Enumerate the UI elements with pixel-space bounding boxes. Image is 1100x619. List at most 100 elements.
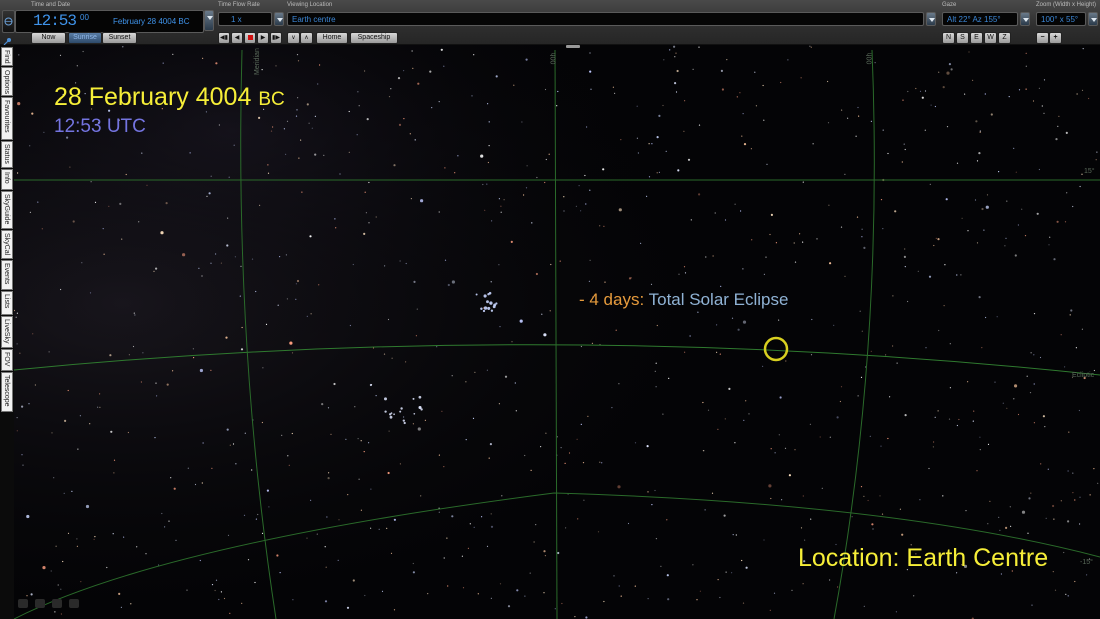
star <box>465 439 467 441</box>
toolbar-resize-handle[interactable] <box>566 45 580 48</box>
star <box>357 438 359 440</box>
now-button[interactable]: Now <box>31 32 66 44</box>
sunrise-button[interactable]: Sunrise <box>68 32 102 44</box>
star <box>314 153 317 156</box>
star <box>214 589 216 592</box>
star <box>17 102 21 106</box>
time-flow-field[interactable]: 1 x <box>218 12 272 26</box>
play-icon[interactable]: ▶ <box>257 32 269 44</box>
star <box>198 267 200 269</box>
zoom-tool-icon[interactable] <box>18 599 28 608</box>
star <box>132 345 135 348</box>
zoom-dropdown[interactable] <box>1088 12 1098 26</box>
star <box>67 532 70 534</box>
tab-find[interactable]: Find <box>1 47 13 66</box>
star <box>318 284 320 286</box>
spaceship-button[interactable]: Spaceship <box>350 32 398 44</box>
star <box>255 518 257 520</box>
time-date-dropdown[interactable] <box>204 10 214 31</box>
star <box>480 307 483 310</box>
star <box>1032 100 1035 102</box>
tab-events[interactable]: Events <box>1 260 13 290</box>
time-flow-dropdown[interactable] <box>274 12 284 26</box>
star <box>613 575 615 577</box>
time-date-field[interactable]: 12:53 00 February 28 4004 BC <box>15 10 204 33</box>
skip-forward-icon[interactable]: ▮▶ <box>270 32 282 44</box>
tab-favourites[interactable]: Favourites <box>1 97 13 140</box>
star <box>227 217 229 219</box>
star <box>1030 492 1032 494</box>
star <box>364 594 366 597</box>
star <box>227 534 230 536</box>
sky-canvas[interactable] <box>14 45 1100 619</box>
star <box>998 516 1000 518</box>
star <box>716 351 718 353</box>
star <box>134 314 136 316</box>
viewing-location-dropdown[interactable] <box>926 12 936 26</box>
star <box>451 375 453 377</box>
tab-telescope[interactable]: Telescope <box>1 372 13 412</box>
star <box>981 347 983 349</box>
settings-icon[interactable] <box>69 599 79 608</box>
zoom-field[interactable]: 100° x 55° <box>1036 12 1086 26</box>
star <box>1030 352 1032 354</box>
star <box>16 430 18 432</box>
star <box>335 227 337 229</box>
gaze-north-button[interactable]: N <box>942 32 955 44</box>
star <box>775 242 778 244</box>
star <box>172 53 174 55</box>
tab-status[interactable]: Status <box>1 141 13 168</box>
sunset-button[interactable]: Sunset <box>102 32 137 44</box>
tab-info[interactable]: Info <box>1 169 13 190</box>
tab-options[interactable]: Options <box>1 67 13 96</box>
chevron-up-icon[interactable]: ∧ <box>300 32 313 44</box>
gaze-dropdown[interactable] <box>1020 12 1030 26</box>
tab-favourites-label: Favourites <box>3 100 10 133</box>
star <box>286 120 289 122</box>
viewing-location-field[interactable]: Earth centre <box>287 12 924 26</box>
tab-fov[interactable]: FOV <box>1 349 13 371</box>
home-button[interactable]: Home <box>316 32 348 44</box>
gaze-field[interactable]: Alt 22° Az 155° <box>942 12 1018 26</box>
star <box>141 152 143 154</box>
zoom-out-button[interactable]: − <box>1036 32 1049 44</box>
camera-icon[interactable] <box>52 599 62 608</box>
tab-skyguide[interactable]: SkyGuide <box>1 191 13 229</box>
star <box>956 424 959 427</box>
sky-view[interactable]: Meridian 00h 00h 15° Ecliptic -15° 28 Fe… <box>14 45 1100 619</box>
tab-lists[interactable]: Lists <box>1 291 13 315</box>
globe-icon[interactable] <box>2 10 15 33</box>
star <box>57 584 59 586</box>
star <box>525 187 528 189</box>
star <box>403 118 405 120</box>
skip-back-icon[interactable]: ◀▮ <box>218 32 230 44</box>
star <box>967 381 969 383</box>
star <box>732 534 734 536</box>
gaze-west-button[interactable]: W <box>984 32 997 44</box>
star <box>650 283 653 285</box>
chevron-down-icon[interactable]: ∨ <box>287 32 300 44</box>
star <box>301 191 303 193</box>
star <box>384 397 387 401</box>
zoom-in-button[interactable]: + <box>1049 32 1062 44</box>
star <box>193 357 195 359</box>
star <box>726 59 728 61</box>
gaze-east-button[interactable]: E <box>970 32 983 44</box>
pen-icon[interactable] <box>35 599 45 608</box>
tab-skycal[interactable]: SkyCal <box>1 230 13 259</box>
star <box>979 449 981 451</box>
star <box>765 256 767 258</box>
star <box>388 430 390 432</box>
star <box>620 139 622 141</box>
gaze-zenith-button[interactable]: Z <box>998 32 1011 44</box>
tab-info-label: Info <box>3 172 10 184</box>
step-back-icon[interactable]: ◀ <box>231 32 243 44</box>
stop-icon[interactable] <box>244 32 256 44</box>
star <box>545 432 547 434</box>
star <box>386 527 388 529</box>
star <box>80 581 82 583</box>
star <box>612 86 615 88</box>
tab-livesky[interactable]: LiveSky <box>1 316 13 348</box>
pin-icon[interactable] <box>3 33 12 46</box>
gaze-south-button[interactable]: S <box>956 32 969 44</box>
